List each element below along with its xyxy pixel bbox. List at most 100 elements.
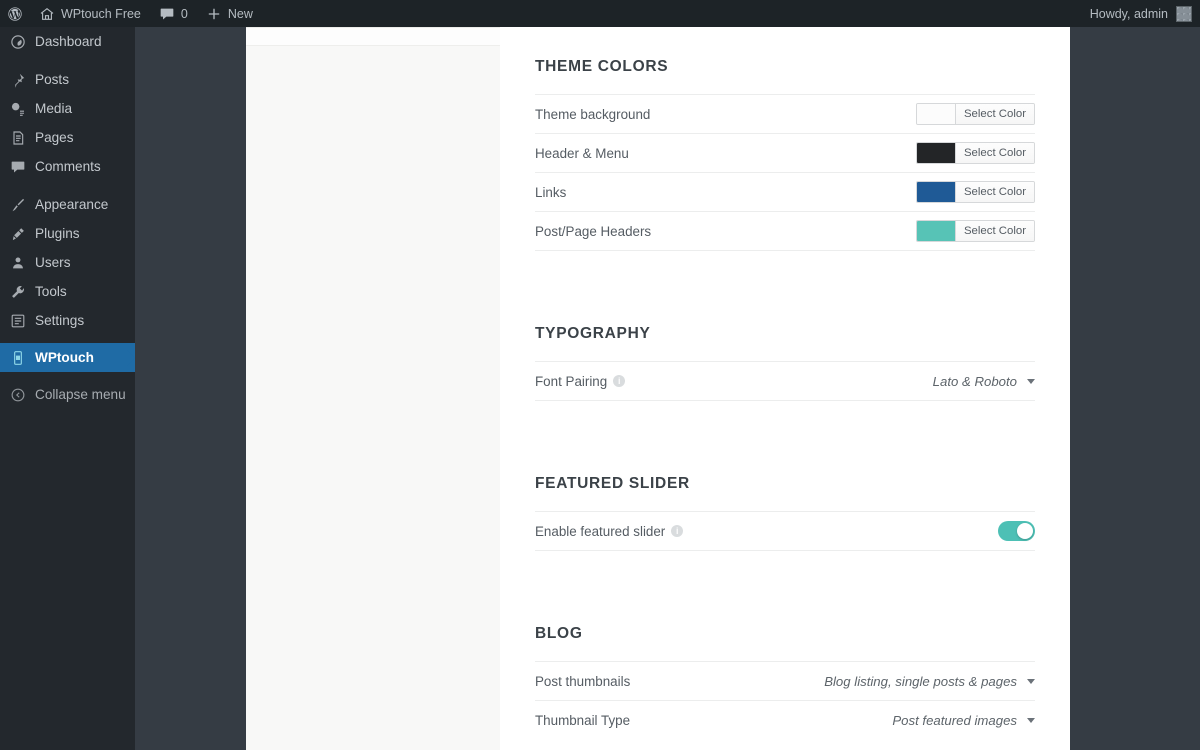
sidebar-item-users[interactable]: Users [0,248,135,277]
color-swatch[interactable] [916,182,956,202]
dropdown-value: Lato & Roboto [932,373,1017,389]
color-swatch[interactable] [916,104,956,124]
select-color-button[interactable]: Select Color [955,221,1034,241]
color-picker-post-page-headers[interactable]: Select Color [915,220,1035,242]
comment-bubble-icon [10,159,26,175]
select-color-button[interactable]: Select Color [955,104,1034,124]
dropdown-font-pairing[interactable]: Lato & Roboto [933,374,1035,389]
sidebar-item-wptouch[interactable]: WPtouch [0,343,135,372]
left-preview-panel-header [246,28,500,46]
toggle-enable-featured-slider[interactable] [998,521,1035,541]
plus-icon [206,6,222,22]
select-color-button[interactable]: Select Color [955,143,1034,163]
left-preview-panel [246,27,500,750]
comments-count: 0 [180,6,188,21]
users-icon [10,255,26,271]
wptouch-icon [10,350,26,366]
dropdown-value: Blog listing, single posts & pages [824,673,1017,689]
sidebar-item-label: Pages [35,130,74,145]
sidebar-divider [0,56,135,65]
setting-label: Enable featured slider [535,523,666,539]
admin-bar: WPtouch Free 0 New Howdy, admin [0,0,1200,27]
sidebar-item-posts[interactable]: Posts [0,65,135,94]
sidebar-item-plugins[interactable]: Plugins [0,219,135,248]
sidebar-collapse-menu[interactable]: Collapse menu [0,380,135,409]
comment-bubble-icon [159,6,175,22]
sidebar-item-media[interactable]: Media [0,94,135,123]
sidebar-item-label: Dashboard [35,34,102,49]
settings-panel: THEME COLORS Theme background Select Col… [500,27,1070,750]
setting-label-wrap: Font Pairing i [535,373,626,389]
settings-sliders-icon [10,313,26,329]
setting-label-wrap: Enable featured slider i [535,523,684,539]
setting-row-post-thumbnails: Post thumbnails Blog listing, single pos… [535,661,1035,700]
media-icon [10,101,26,117]
adminbar-comments[interactable]: 0 [150,0,197,27]
wrench-icon [10,284,26,300]
color-swatch[interactable] [916,143,956,163]
admin-sidebar: Dashboard Posts Media Pages Comments App… [0,27,135,750]
dashboard-icon [10,34,26,50]
setting-row-theme-background: Theme background Select Color [535,94,1035,133]
color-swatch[interactable] [916,221,956,241]
sidebar-item-label: Comments [35,159,101,174]
chevron-down-icon [1027,378,1035,384]
section-title: FEATURED SLIDER [535,475,690,492]
collapse-arrow-icon [10,387,26,403]
dropdown-value: Post featured images [892,712,1017,728]
sidebar-item-label: Users [35,255,71,270]
adminbar-account[interactable]: Howdy, admin [1089,5,1200,22]
pin-icon [10,72,26,88]
sidebar-item-label: Media [35,101,73,116]
color-picker-links[interactable]: Select Color [915,181,1035,203]
section-typography: TYPOGRAPHY Font Pairing i Lato & Roboto [535,251,1035,401]
setting-row-links: Links Select Color [535,172,1035,211]
page-icon [10,130,26,146]
section-theme-colors: THEME COLORS Theme background Select Col… [535,27,1035,251]
dropdown-thumbnail-type[interactable]: Post featured images [892,713,1035,728]
help-icon[interactable]: i [613,375,626,387]
sidebar-item-label: WPtouch [35,350,94,365]
home-icon [39,6,55,22]
avatar [1176,5,1192,22]
setting-label: Header & Menu [535,145,629,161]
site-name-label: WPtouch Free [61,6,141,21]
setting-row-thumbnail-type: Thumbnail Type Post featured images [535,700,1035,739]
sidebar-item-comments[interactable]: Comments [0,152,135,181]
select-color-button[interactable]: Select Color [955,182,1034,202]
color-picker-header-menu[interactable]: Select Color [915,142,1035,164]
sidebar-item-label: Settings [35,313,85,328]
adminbar-site-name[interactable]: WPtouch Free [30,0,150,27]
sidebar-item-label: Plugins [35,226,80,241]
sidebar-divider [0,181,135,190]
new-label: New [227,6,253,21]
sidebar-item-label: Tools [35,284,67,299]
section-blog: BLOG Post thumbnails Blog listing, singl… [535,551,1035,739]
section-title: TYPOGRAPHY [535,325,651,342]
section-title: BLOG [535,625,583,642]
chevron-down-icon [1027,717,1035,723]
sidebar-item-appearance[interactable]: Appearance [0,190,135,219]
setting-row-post-page-headers: Post/Page Headers Select Color [535,211,1035,250]
help-icon[interactable]: i [671,525,684,537]
setting-label: Thumbnail Type [535,712,631,728]
setting-label: Font Pairing [535,373,608,389]
wordpress-logo-icon [7,6,23,22]
dropdown-post-thumbnails[interactable]: Blog listing, single posts & pages [824,674,1035,689]
sidebar-item-settings[interactable]: Settings [0,306,135,335]
paintbrush-icon [10,197,26,213]
setting-label: Links [535,184,567,200]
adminbar-new-content[interactable]: New [197,0,262,27]
sidebar-item-tools[interactable]: Tools [0,277,135,306]
setting-label: Theme background [535,106,651,122]
adminbar-wordpress-logo[interactable] [0,0,30,27]
plug-icon [10,226,26,242]
sidebar-item-pages[interactable]: Pages [0,123,135,152]
color-picker-theme-background[interactable]: Select Color [915,103,1035,125]
setting-row-header-menu: Header & Menu Select Color [535,133,1035,172]
toggle-knob [1017,523,1033,539]
setting-label: Post thumbnails [535,673,631,689]
settings-sections: THEME COLORS Theme background Select Col… [500,27,1070,739]
howdy-label: Howdy, admin [1089,6,1168,21]
sidebar-item-dashboard[interactable]: Dashboard [0,27,135,56]
